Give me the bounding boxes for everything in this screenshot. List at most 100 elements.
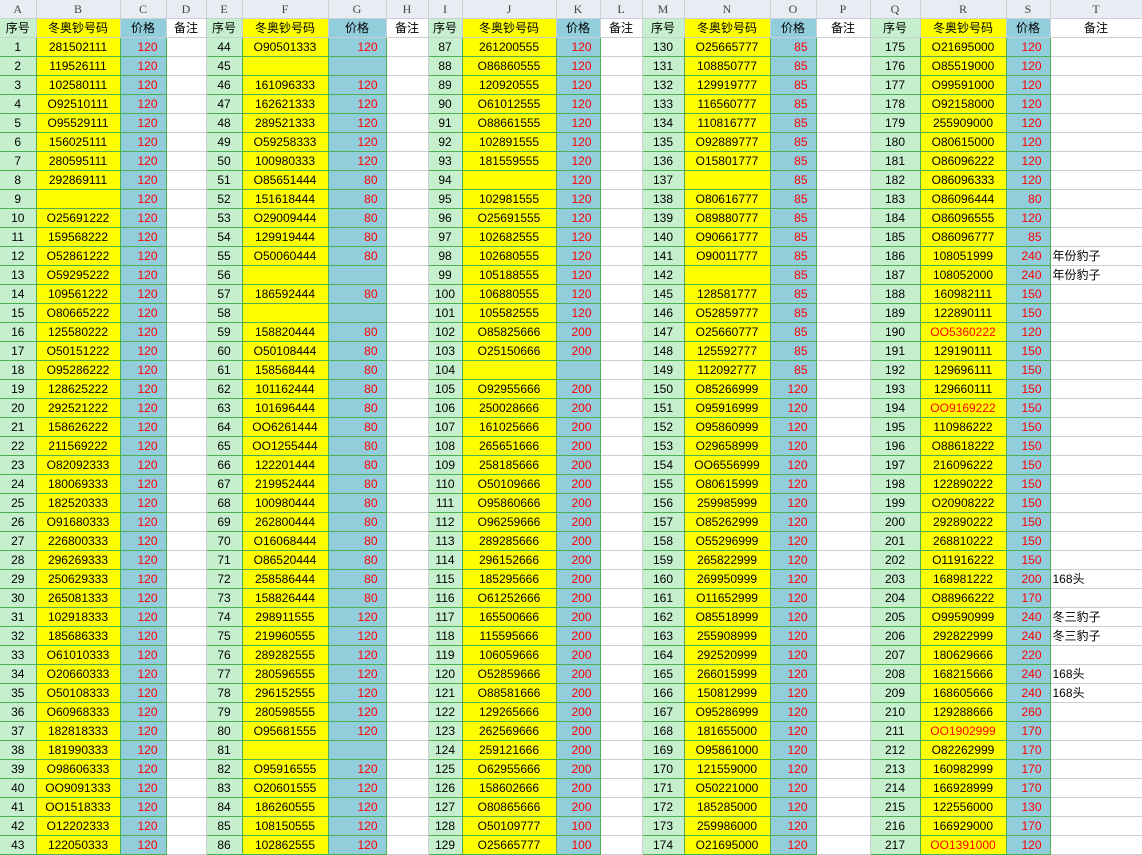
header-code[interactable]: 冬奥钞号码 [684, 18, 771, 38]
banknote-code-cell[interactable]: 101696444 [242, 398, 329, 418]
column-header[interactable]: F [242, 0, 329, 19]
banknote-code-cell[interactable]: O92158000 [920, 94, 1007, 114]
price-cell[interactable]: 85 [1006, 227, 1051, 247]
banknote-code-cell[interactable]: 108051999 [920, 246, 1007, 266]
serial-cell[interactable]: 64 [206, 417, 243, 437]
price-cell[interactable]: 80 [328, 341, 387, 361]
serial-cell[interactable]: 49 [206, 132, 243, 152]
price-cell[interactable]: 80 [328, 379, 387, 399]
banknote-code-cell[interactable]: 158826444 [242, 588, 329, 608]
serial-cell[interactable]: 135 [642, 132, 685, 152]
price-cell[interactable]: 85 [770, 94, 817, 114]
price-cell[interactable]: 120 [556, 265, 601, 285]
note-cell[interactable] [816, 835, 871, 855]
serial-cell[interactable]: 202 [870, 550, 921, 570]
serial-cell[interactable]: 113 [428, 531, 463, 551]
column-header[interactable]: S [1006, 0, 1051, 19]
note-cell[interactable] [386, 37, 429, 57]
serial-cell[interactable]: 101 [428, 303, 463, 323]
serial-cell[interactable]: 181 [870, 151, 921, 171]
banknote-code-cell[interactable]: O98606333 [36, 759, 121, 779]
note-cell[interactable] [1050, 322, 1142, 342]
serial-cell[interactable]: 149 [642, 360, 685, 380]
note-cell[interactable] [600, 170, 643, 190]
note-cell[interactable] [816, 322, 871, 342]
banknote-code-cell[interactable]: O95916999 [684, 398, 771, 418]
serial-cell[interactable]: 130 [642, 37, 685, 57]
note-cell[interactable] [1050, 740, 1142, 760]
banknote-code-cell[interactable]: 110986222 [920, 417, 1007, 437]
serial-cell[interactable]: 90 [428, 94, 463, 114]
note-cell[interactable] [600, 493, 643, 513]
serial-cell[interactable]: 127 [428, 797, 463, 817]
banknote-code-cell[interactable]: 211569222 [36, 436, 121, 456]
banknote-code-cell[interactable]: 119526111 [36, 56, 121, 76]
price-cell[interactable]: 120 [328, 797, 387, 817]
serial-cell[interactable]: 20 [0, 398, 37, 418]
note-cell[interactable] [1050, 341, 1142, 361]
price-cell[interactable]: 170 [1006, 816, 1051, 836]
note-cell[interactable] [816, 607, 871, 627]
note-cell[interactable] [166, 227, 207, 247]
price-cell[interactable]: 120 [328, 37, 387, 57]
serial-cell[interactable]: 93 [428, 151, 463, 171]
note-cell[interactable] [1050, 170, 1142, 190]
note-cell[interactable] [600, 284, 643, 304]
price-cell[interactable]: 200 [556, 664, 601, 684]
banknote-code-cell[interactable]: 158626222 [36, 417, 121, 437]
serial-cell[interactable]: 41 [0, 797, 37, 817]
banknote-code-cell[interactable]: O16068444 [242, 531, 329, 551]
price-cell[interactable]: 200 [556, 474, 601, 494]
price-cell[interactable]: 120 [770, 740, 817, 760]
banknote-code-cell[interactable]: 102862555 [242, 835, 329, 855]
serial-cell[interactable]: 157 [642, 512, 685, 532]
note-cell[interactable] [816, 170, 871, 190]
note-cell[interactable] [600, 265, 643, 285]
banknote-code-cell[interactable]: 185686333 [36, 626, 121, 646]
note-cell[interactable] [816, 227, 871, 247]
banknote-code-cell[interactable]: 262569666 [462, 721, 557, 741]
note-cell[interactable] [166, 664, 207, 684]
serial-cell[interactable]: 129 [428, 835, 463, 855]
price-cell[interactable]: 120 [556, 170, 601, 190]
note-cell[interactable] [816, 303, 871, 323]
note-cell[interactable] [600, 75, 643, 95]
price-cell[interactable]: 80 [328, 398, 387, 418]
banknote-code-cell[interactable]: 292520999 [684, 645, 771, 665]
banknote-code-cell[interactable]: 255908999 [684, 626, 771, 646]
banknote-code-cell[interactable]: OO5360222 [920, 322, 1007, 342]
serial-cell[interactable]: 178 [870, 94, 921, 114]
serial-cell[interactable]: 140 [642, 227, 685, 247]
price-cell[interactable]: 120 [120, 265, 167, 285]
note-cell[interactable] [166, 835, 207, 855]
serial-cell[interactable]: 154 [642, 455, 685, 475]
note-cell[interactable] [600, 132, 643, 152]
serial-cell[interactable]: 30 [0, 588, 37, 608]
note-cell[interactable] [600, 151, 643, 171]
price-cell[interactable]: 240 [1006, 607, 1051, 627]
note-cell[interactable] [816, 626, 871, 646]
price-cell[interactable]: 200 [556, 607, 601, 627]
banknote-code-cell[interactable]: OO9091333 [36, 778, 121, 798]
banknote-code-cell[interactable]: O21695000 [920, 37, 1007, 57]
note-cell[interactable] [386, 189, 429, 209]
banknote-code-cell[interactable]: 265651666 [462, 436, 557, 456]
banknote-code-cell[interactable]: 280598555 [242, 702, 329, 722]
note-cell[interactable] [166, 75, 207, 95]
banknote-code-cell[interactable]: O86096555 [920, 208, 1007, 228]
note-cell[interactable] [386, 778, 429, 798]
price-cell[interactable]: 200 [556, 436, 601, 456]
banknote-code-cell[interactable]: O50221000 [684, 778, 771, 798]
price-cell[interactable]: 120 [328, 702, 387, 722]
note-cell[interactable] [166, 797, 207, 817]
price-cell[interactable]: 120 [770, 550, 817, 570]
note-cell[interactable] [1050, 455, 1142, 475]
serial-cell[interactable]: 5 [0, 113, 37, 133]
banknote-code-cell[interactable]: 185285000 [684, 797, 771, 817]
serial-cell[interactable]: 176 [870, 56, 921, 76]
price-cell[interactable]: 260 [1006, 702, 1051, 722]
serial-cell[interactable]: 136 [642, 151, 685, 171]
banknote-code-cell[interactable]: 129696111 [920, 360, 1007, 380]
serial-cell[interactable]: 52 [206, 189, 243, 209]
banknote-code-cell[interactable]: O52859666 [462, 664, 557, 684]
